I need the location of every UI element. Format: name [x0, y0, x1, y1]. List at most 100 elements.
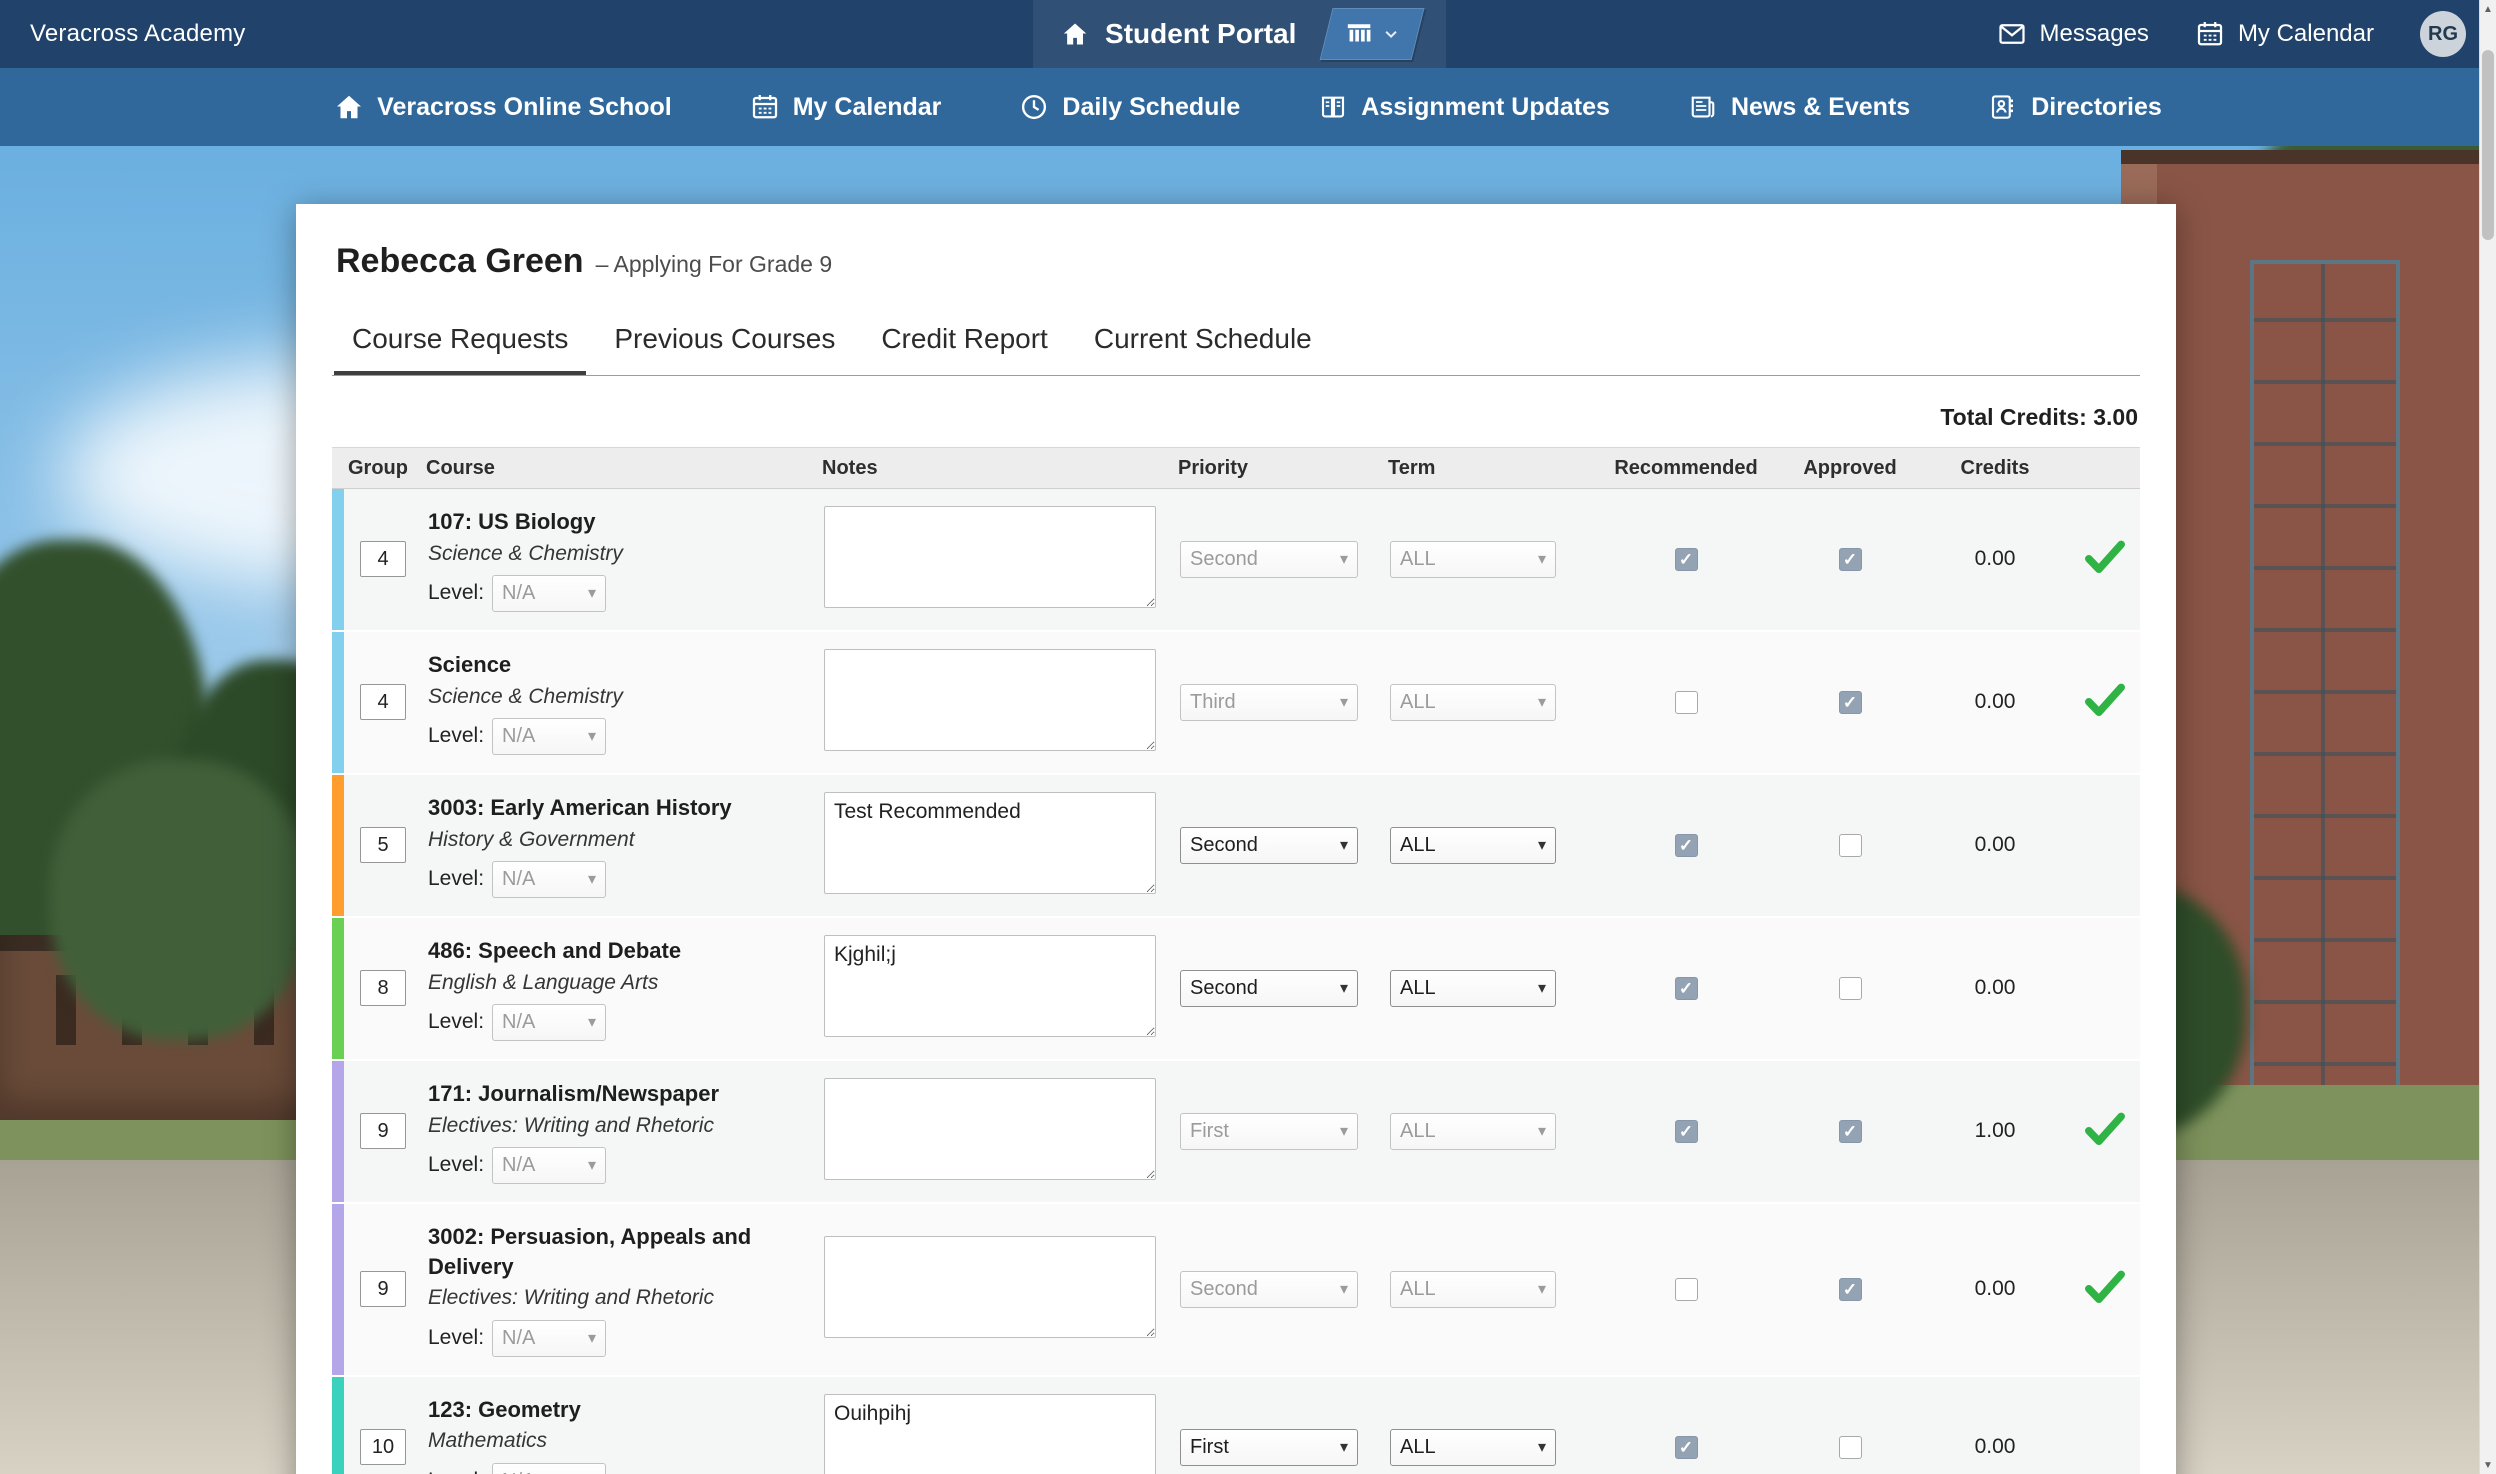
- level-select[interactable]: N/A▾: [492, 1147, 606, 1184]
- level-label: Level:: [428, 724, 484, 748]
- level-label: Level:: [428, 1326, 484, 1350]
- course-cell: Science Science & Chemistry Level: N/A▾: [422, 632, 818, 773]
- notes-textarea[interactable]: [824, 792, 1156, 894]
- nav-item-directories[interactable]: Directories: [1988, 92, 2162, 122]
- nav-item-daily-schedule[interactable]: Daily Schedule: [1019, 92, 1240, 122]
- my-calendar-label: My Calendar: [2238, 20, 2374, 48]
- course-subject: Science & Chemistry: [428, 540, 812, 567]
- recommended-checkbox[interactable]: [1675, 1120, 1698, 1143]
- priority-select[interactable]: Second▾: [1180, 541, 1358, 578]
- nav-item-veracross-online-school[interactable]: Veracross Online School: [334, 92, 672, 122]
- term-select[interactable]: ALL▾: [1390, 827, 1556, 864]
- term-select[interactable]: ALL▾: [1390, 1271, 1556, 1308]
- notes-textarea[interactable]: [824, 935, 1156, 1037]
- course-row: 9 171: Journalism/Newspaper Electives: W…: [332, 1061, 2140, 1202]
- approved-checkbox[interactable]: [1839, 977, 1862, 1000]
- approved-checkbox[interactable]: [1839, 691, 1862, 714]
- approved-checkbox[interactable]: [1839, 1436, 1862, 1459]
- credits-value: 0.00: [1975, 1435, 2016, 1459]
- notes-textarea[interactable]: [824, 1236, 1156, 1338]
- group-color-stripe: [332, 1204, 344, 1375]
- student-subtitle: – Applying For Grade 9: [596, 251, 833, 278]
- priority-select[interactable]: First▾: [1180, 1429, 1358, 1466]
- notes-textarea[interactable]: [824, 649, 1156, 751]
- level-select[interactable]: N/A▾: [492, 718, 606, 755]
- avatar[interactable]: RG: [2420, 11, 2466, 57]
- nav-item-assignment-updates[interactable]: Assignment Updates: [1318, 92, 1610, 122]
- approved-checkbox[interactable]: [1839, 834, 1862, 857]
- veracross-logo-button[interactable]: [1320, 8, 1425, 60]
- term-select[interactable]: ALL▾: [1390, 1429, 1556, 1466]
- recommended-checkbox[interactable]: [1675, 1278, 1698, 1301]
- content-card: Rebecca Green – Applying For Grade 9 Cou…: [296, 204, 2176, 1474]
- page-title: Rebecca Green – Applying For Grade 9: [336, 242, 2140, 281]
- group-color-stripe: [332, 632, 344, 773]
- envelope-icon: [1997, 19, 2027, 49]
- chevron-down-icon: ▾: [1340, 978, 1348, 998]
- notes-textarea[interactable]: [824, 1394, 1156, 1474]
- vertical-scrollbar[interactable]: ▲ ▼: [2479, 0, 2496, 1474]
- building-glass-wall: [2250, 260, 2400, 1190]
- notes-textarea[interactable]: [824, 506, 1156, 608]
- nav-item-news-events[interactable]: News & Events: [1688, 92, 1910, 122]
- tab-credit-report[interactable]: Credit Report: [863, 311, 1066, 375]
- chevron-down-icon: ▾: [588, 1012, 596, 1032]
- my-calendar-button[interactable]: My Calendar: [2195, 19, 2374, 49]
- level-select[interactable]: N/A▾: [492, 861, 606, 898]
- course-name: 107: US Biology: [428, 507, 812, 537]
- course-cell: 123: Geometry Mathematics Level: N/A▾: [422, 1377, 818, 1474]
- course-cell: 486: Speech and Debate English & Languag…: [422, 918, 818, 1059]
- approved-check-icon: [2083, 1111, 2127, 1147]
- approved-check-icon: [2083, 682, 2127, 718]
- recommended-checkbox[interactable]: [1675, 834, 1698, 857]
- approved-checkbox[interactable]: [1839, 1278, 1862, 1301]
- priority-select[interactable]: Second▾: [1180, 970, 1358, 1007]
- messages-button[interactable]: Messages: [1997, 19, 2149, 49]
- scrollbar-thumb[interactable]: [2482, 50, 2494, 240]
- nav-item-label: News & Events: [1731, 93, 1910, 122]
- total-credits: Total Credits: 3.00: [332, 404, 2138, 431]
- approved-checkbox[interactable]: [1839, 1120, 1862, 1143]
- credits-value: 0.00: [1975, 547, 2016, 571]
- brand: Veracross Academy: [30, 20, 246, 48]
- recommended-checkbox[interactable]: [1675, 548, 1698, 571]
- priority-select[interactable]: First▾: [1180, 1113, 1358, 1150]
- approved-checkbox[interactable]: [1839, 548, 1862, 571]
- tab-course-requests[interactable]: Course Requests: [334, 311, 586, 375]
- term-select[interactable]: ALL▾: [1390, 684, 1556, 721]
- credits-value: 1.00: [1975, 1119, 2016, 1143]
- group-number: 5: [360, 827, 406, 863]
- level-select[interactable]: N/A▾: [492, 1004, 606, 1041]
- chevron-down-icon: ▾: [588, 726, 596, 746]
- chevron-down-icon: ▾: [1340, 1437, 1348, 1457]
- tab-current-schedule[interactable]: Current Schedule: [1076, 311, 1330, 375]
- priority-select[interactable]: Second▾: [1180, 1271, 1358, 1308]
- course-name: 123: Geometry: [428, 1395, 812, 1425]
- group-number: 10: [360, 1429, 406, 1465]
- chevron-down-icon: ▾: [1538, 978, 1546, 998]
- group-color-stripe: [332, 489, 344, 630]
- recommended-checkbox[interactable]: [1675, 977, 1698, 1000]
- course-table-body: 4 107: US Biology Science & Chemistry Le…: [332, 489, 2140, 1474]
- tab-previous-courses[interactable]: Previous Courses: [596, 311, 853, 375]
- nav-item-label: Assignment Updates: [1361, 93, 1610, 122]
- term-select[interactable]: ALL▾: [1390, 1113, 1556, 1150]
- notes-textarea[interactable]: [824, 1078, 1156, 1180]
- student-portal-tab[interactable]: Student Portal: [1033, 0, 1446, 68]
- recommended-checkbox[interactable]: [1675, 691, 1698, 714]
- priority-select[interactable]: Second▾: [1180, 827, 1358, 864]
- term-select[interactable]: ALL▾: [1390, 970, 1556, 1007]
- nav-item-my-calendar[interactable]: My Calendar: [750, 92, 942, 122]
- course-subject: History & Government: [428, 826, 812, 853]
- level-select[interactable]: N/A▾: [492, 1320, 606, 1357]
- scroll-down-arrow[interactable]: ▼: [2480, 1456, 2496, 1474]
- level-select[interactable]: N/A▾: [492, 575, 606, 612]
- nav-item-label: Veracross Online School: [377, 93, 672, 122]
- priority-select[interactable]: Third▾: [1180, 684, 1358, 721]
- course-row: 10 123: Geometry Mathematics Level: N/A▾…: [332, 1377, 2140, 1474]
- scroll-up-arrow[interactable]: ▲: [2480, 0, 2496, 18]
- level-select[interactable]: N/A▾: [492, 1463, 606, 1474]
- term-select[interactable]: ALL▾: [1390, 541, 1556, 578]
- chevron-down-icon: ▾: [1340, 692, 1348, 712]
- recommended-checkbox[interactable]: [1675, 1436, 1698, 1459]
